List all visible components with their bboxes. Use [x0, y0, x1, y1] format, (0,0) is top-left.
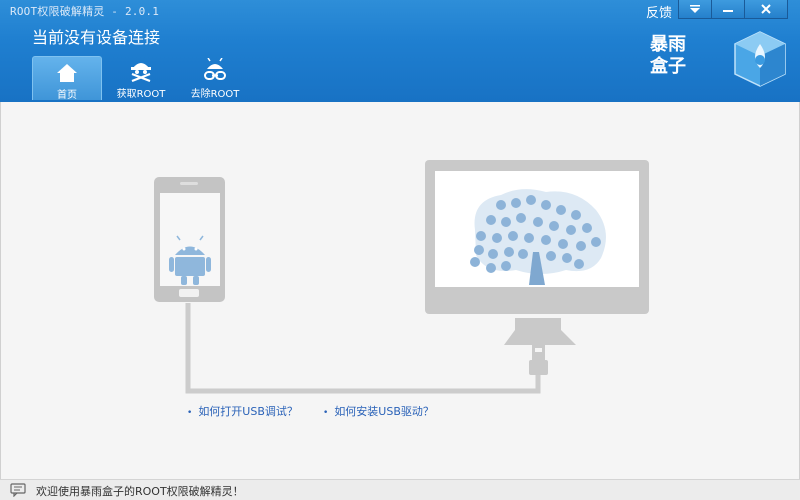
android-pirate-icon	[131, 63, 151, 82]
tab-get-root[interactable]: 获取ROOT	[106, 56, 176, 100]
connect-device-illustration	[154, 160, 649, 394]
bullet-dot: •	[187, 408, 193, 418]
tab-remove-root-label: 去除ROOT	[190, 89, 240, 100]
usb-cable	[185, 303, 541, 394]
phone-icon	[154, 177, 225, 302]
status-bar: 欢迎使用暴雨盒子的ROOT权限破解精灵！	[0, 479, 800, 500]
tab-home-label: 首页	[57, 90, 77, 101]
minimize-button[interactable]	[711, 0, 745, 19]
help-link-usb-debugging-label: 如何打开USB调试？	[198, 405, 298, 418]
app-window: ROOT权限破解精灵 - 2.0.1 反馈 当前没有设备连接 首页 获取ROOT…	[0, 0, 800, 500]
tab-remove-root[interactable]: 去除ROOT	[180, 56, 250, 100]
header-bar: ROOT权限破解精灵 - 2.0.1 反馈 当前没有设备连接 首页 获取ROOT…	[0, 0, 800, 102]
tab-home[interactable]: 首页	[32, 56, 102, 101]
baoyu-cube-logo	[734, 31, 786, 87]
feedback-link[interactable]: 反馈	[646, 2, 672, 21]
brand-line1: 暴雨	[650, 34, 686, 55]
brand-name: 暴雨 盒子	[650, 34, 686, 78]
main-content: • 如何打开USB调试？ • 如何安装USB驱动？	[0, 102, 800, 479]
status-message: 欢迎使用暴雨盒子的ROOT权限破解精灵！	[36, 485, 244, 498]
window-title: ROOT权限破解精灵 - 2.0.1	[10, 5, 160, 18]
minimize-icon	[723, 10, 733, 12]
bullet-dot: •	[323, 408, 329, 418]
close-button[interactable]	[744, 0, 788, 19]
home-icon	[57, 64, 77, 82]
tab-get-root-label: 获取ROOT	[116, 89, 166, 100]
help-link-usb-driver[interactable]: • 如何安装USB驱动？	[323, 403, 434, 419]
brand-line2: 盒子	[650, 56, 686, 77]
message-icon	[10, 483, 26, 497]
help-link-usb-driver-label: 如何安装USB驱动？	[334, 405, 434, 418]
android-chain-icon	[204, 58, 226, 80]
usb-plug-icon	[529, 345, 548, 375]
menu-down-icon	[690, 5, 700, 13]
menu-button[interactable]	[678, 0, 712, 19]
close-icon	[761, 4, 771, 14]
help-link-usb-debugging[interactable]: • 如何打开USB调试？	[187, 403, 298, 419]
connection-status: 当前没有设备连接	[32, 28, 161, 47]
